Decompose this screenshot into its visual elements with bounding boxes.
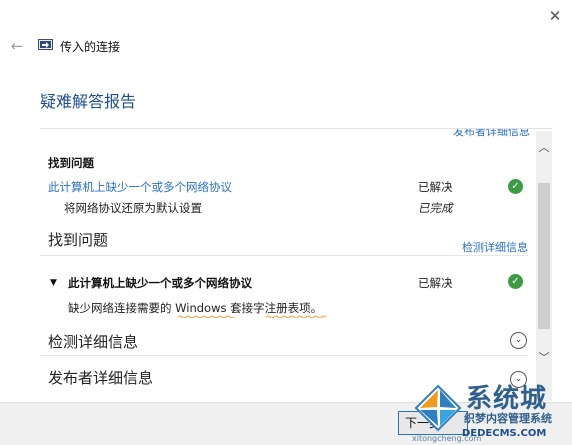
expand-chevron-icon[interactable]: ⌄ — [510, 332, 527, 349]
scroll-down-icon[interactable]: ﹀ — [536, 349, 552, 365]
problems-found-heading-1: 找到问题 — [48, 156, 94, 170]
vertical-scrollbar[interactable]: ︿ ﹀ — [536, 131, 552, 401]
check-icon: ✓ — [508, 274, 523, 289]
divider — [40, 255, 528, 256]
watermark-url-secondary: xitongcheng.com — [412, 434, 482, 443]
back-arrow-icon: ← — [10, 37, 24, 55]
divider — [40, 355, 528, 356]
scrollbar-thumb[interactable] — [538, 183, 550, 329]
close-button[interactable]: ✕ — [543, 4, 567, 28]
spellcheck-underline — [178, 315, 235, 318]
problem-link-missing-protocols[interactable]: 此计算机上缺少一个或多个网络协议 — [48, 179, 232, 195]
cut-off-text — [74, 129, 154, 130]
troubleshooting-report: 发布者详细信息 找到问题 此计算机上缺少一个或多个网络协议 已解决 ✓ 将网络协… — [40, 128, 552, 404]
fix-description: 将网络协议还原为默认设置 — [64, 201, 202, 215]
close-icon: ✕ — [548, 7, 562, 25]
problem-title-missing-protocols: 此计算机上缺少一个或多个网络协议 — [68, 276, 252, 290]
detection-details-section[interactable]: 检测详细信息 — [48, 331, 138, 352]
scroll-up-icon[interactable]: ︿ — [536, 139, 552, 155]
publisher-details-link-cut[interactable]: 发布者详细信息 — [453, 129, 530, 139]
watermark-subtitle: 织梦内容管理系统 — [464, 412, 552, 425]
problems-found-heading-2: 找到问题 — [48, 231, 109, 249]
back-button[interactable]: ← — [8, 37, 26, 55]
detection-details-link[interactable]: 检测详细信息 — [462, 239, 528, 255]
problem-description: 缺少网络连接需要的 Windows 套接字注册表项。 — [68, 301, 323, 315]
spellcheck-underline — [266, 315, 327, 318]
problem-status-2: 已解决 — [418, 276, 453, 290]
publisher-details-section[interactable]: 发布者详细信息 — [48, 367, 153, 388]
problem-status-1: 已解决 — [418, 180, 453, 194]
collapse-triangle-icon[interactable]: ▼ — [50, 278, 57, 288]
fix-status: 已完成 — [418, 201, 453, 215]
check-icon: ✓ — [508, 179, 523, 194]
window-title: 传入的连接 — [60, 40, 121, 54]
watermark-logo-icon — [414, 384, 462, 432]
watermark: 系统城 织梦内容管理系统 DEDECMS.COM xitongcheng.com — [410, 378, 572, 444]
network-connection-icon — [38, 39, 53, 50]
page-heading: 疑难解答报告 — [40, 92, 137, 111]
